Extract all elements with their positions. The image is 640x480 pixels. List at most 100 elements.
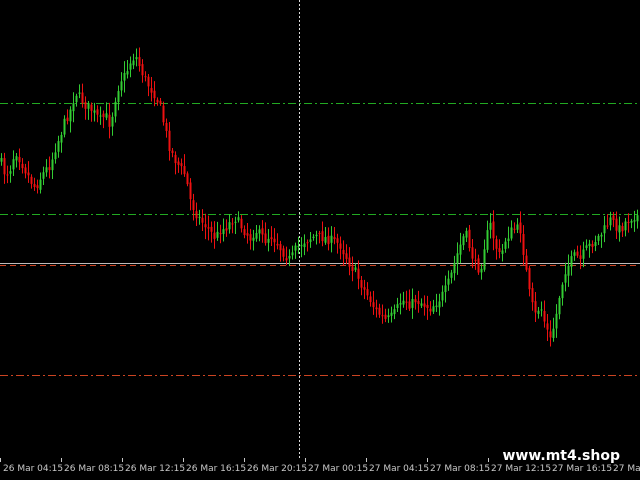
candle-body	[333, 237, 336, 240]
candle-body	[570, 256, 573, 267]
candle-body	[561, 284, 564, 299]
candle-body	[423, 303, 426, 307]
candle-body	[198, 216, 201, 218]
candle-body	[147, 76, 150, 87]
candle-body	[324, 237, 327, 243]
candle-body	[516, 224, 519, 230]
x-tick-label: 27 Mar 12:15	[491, 464, 551, 474]
candle-body	[258, 229, 261, 234]
candle-body	[12, 159, 15, 170]
candle-body	[192, 200, 195, 210]
candle-body	[63, 118, 66, 135]
candle-body	[579, 255, 582, 259]
candle-body	[399, 303, 402, 305]
candle-body	[270, 237, 273, 240]
x-tick-label: 26 Mar 16:15	[186, 464, 246, 474]
candle-body	[93, 110, 96, 113]
candle-body	[390, 312, 393, 316]
candle-body	[309, 239, 312, 242]
candle-body	[126, 71, 129, 75]
candle-body	[159, 100, 162, 104]
candle-body	[222, 229, 225, 234]
candle-body	[165, 122, 168, 132]
candle-body	[243, 229, 246, 236]
candle-body	[381, 315, 384, 317]
candle-body	[33, 183, 36, 188]
candle-body	[135, 57, 138, 60]
candle-body	[69, 109, 72, 122]
candle-body	[330, 235, 333, 243]
candle-body	[411, 299, 414, 308]
chart[interactable]: 26 Mar 04:15 26 Mar 08:15 26 Mar 12:15 26 M…	[0, 0, 640, 480]
candle-body	[156, 99, 159, 103]
candle-body	[354, 267, 357, 270]
candle-body	[273, 238, 276, 243]
candle-body	[375, 307, 378, 310]
candle-body	[216, 231, 219, 238]
candle-body	[21, 163, 24, 169]
candle-body	[279, 244, 282, 251]
candle-body	[213, 232, 216, 239]
candle-body	[543, 310, 546, 322]
x-tick-label: 26 Mar 12:15	[125, 464, 185, 474]
candle-body	[558, 297, 561, 315]
candle-body	[297, 246, 300, 248]
candle-body	[120, 81, 123, 91]
candle-body	[495, 239, 498, 249]
candle-body	[594, 242, 597, 246]
candle-body	[144, 76, 147, 78]
candle-body	[84, 102, 87, 109]
candle-body	[201, 217, 204, 223]
candle-body	[153, 90, 156, 99]
candle-body	[492, 221, 495, 239]
candle-body	[27, 172, 30, 176]
candle-body	[315, 234, 318, 237]
candle-body	[585, 245, 588, 248]
candle-body	[264, 233, 267, 244]
candle-body	[72, 103, 75, 112]
candle-body	[183, 166, 186, 175]
candle-body	[468, 229, 471, 249]
candle-body	[9, 171, 12, 174]
candle-body	[477, 258, 480, 273]
candle-body	[129, 63, 132, 70]
candle-body	[441, 291, 444, 301]
x-tick-label: 26 Mar 20:15	[247, 464, 307, 474]
candle-body	[624, 221, 627, 231]
candle-body	[150, 88, 153, 93]
candle-body	[162, 105, 165, 123]
candle-body	[387, 315, 390, 318]
candle-body	[252, 237, 255, 241]
candle-body	[363, 287, 366, 290]
candle-body	[507, 238, 510, 241]
candlestick-chart[interactable]: 26 Mar 04:15 26 Mar 08:15 26 Mar 12:15 26 M…	[0, 0, 640, 480]
candle-body	[525, 255, 528, 270]
candle-body	[231, 223, 234, 225]
candle-body	[81, 92, 84, 104]
candle-body	[378, 307, 381, 315]
candle-body	[408, 301, 411, 309]
candle-body	[174, 154, 177, 164]
candle-body	[306, 242, 309, 244]
candle-body	[339, 243, 342, 249]
candle-body	[60, 134, 63, 143]
candle-body	[456, 253, 459, 264]
candle-body	[636, 215, 639, 222]
candle-body	[195, 211, 198, 219]
candle-body	[351, 266, 354, 271]
candle-body	[522, 234, 525, 255]
x-tick-label: 27 Mar 16:15	[552, 464, 612, 474]
candle-body	[384, 314, 387, 319]
candle-body	[438, 301, 441, 308]
candle-body	[483, 249, 486, 270]
candle-body	[633, 220, 636, 222]
candle-body	[519, 222, 522, 234]
candle-body	[609, 217, 612, 226]
candle-body	[204, 224, 207, 228]
candle-body	[321, 231, 324, 242]
candle-body	[489, 222, 492, 230]
candle-body	[0, 158, 3, 162]
candle-body	[573, 252, 576, 256]
candle-body	[360, 280, 363, 288]
candle-body	[618, 225, 621, 233]
